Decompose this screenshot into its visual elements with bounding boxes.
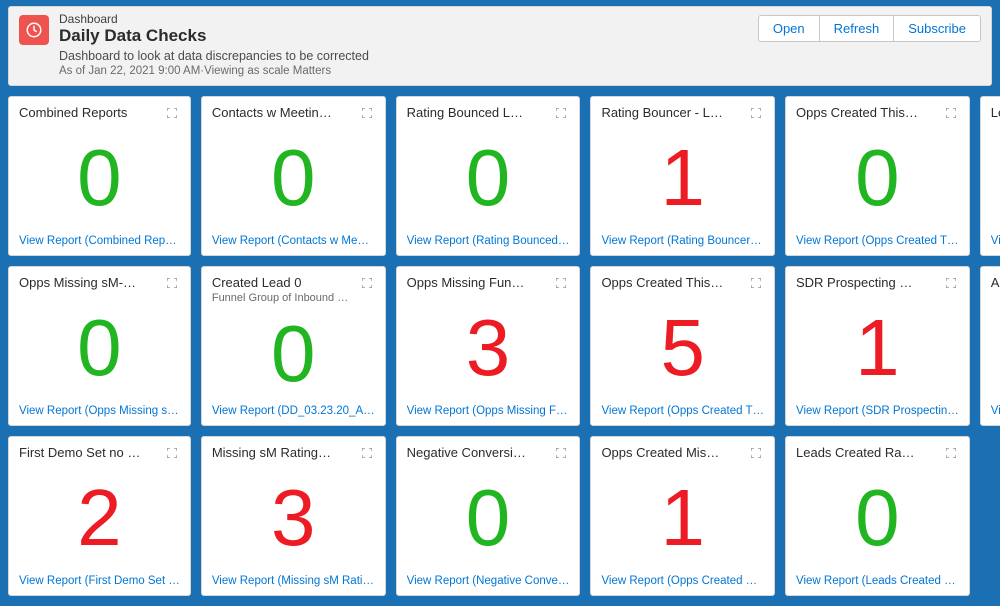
card-title: Negative Conversi… xyxy=(407,445,550,460)
view-report-link[interactable]: View Report (Negative Conve… xyxy=(407,575,570,587)
header-actions: Open Refresh Subscribe xyxy=(758,15,981,42)
card-title: Opps Created This… xyxy=(796,105,939,120)
view-report-link[interactable]: View Report (Opps Missing F… xyxy=(407,405,570,417)
view-report-link[interactable]: View Report (Rating Bouncer… xyxy=(601,235,764,247)
metric-card: First Demo Set no … 2 View Report (First D… xyxy=(8,436,191,596)
refresh-button[interactable]: Refresh xyxy=(820,15,895,42)
view-report-link[interactable]: View Report (Opps Created … xyxy=(601,575,764,587)
expand-icon[interactable] xyxy=(359,445,375,461)
card-metric-value: 1 xyxy=(660,138,705,218)
dashboard-app-icon xyxy=(19,15,49,45)
view-report-link[interactable]: View Report (Opps Missing s… xyxy=(19,405,180,417)
view-report-link[interactable]: View Report (Combined Rep… xyxy=(19,235,180,247)
metric-grid: Combined Reports 0 View Report (Combined R… xyxy=(8,96,992,596)
expand-icon[interactable] xyxy=(553,275,569,291)
expand-icon[interactable] xyxy=(748,275,764,291)
expand-icon[interactable] xyxy=(553,445,569,461)
card-title: Leads Created Ra… xyxy=(796,445,939,460)
card-title: Opps Missing sM-… xyxy=(19,275,160,290)
metric-card: Missing sM Rating… 3 View Report (Missing … xyxy=(201,436,386,596)
card-title: AE Prospecting wi… xyxy=(991,275,1000,290)
expand-icon[interactable] xyxy=(164,445,180,461)
card-metric-value: 1 xyxy=(660,478,705,558)
card-metric-value: 0 xyxy=(77,308,122,388)
expand-icon[interactable] xyxy=(359,105,375,121)
card-title: Opps Created This… xyxy=(601,275,744,290)
expand-icon[interactable] xyxy=(748,445,764,461)
metric-card: Opps Missing Fun… 3 View Report (Opps Miss… xyxy=(396,266,581,426)
card-metric-value: 0 xyxy=(466,138,511,218)
card-metric-value: 3 xyxy=(466,308,511,388)
view-report-link[interactable]: View Report (AE Prospecting… xyxy=(991,405,1000,417)
metric-card: Leads Created Ra… 0 View Report (Leads Cre… xyxy=(785,436,970,596)
card-title: Created Lead 0 xyxy=(212,275,355,290)
expand-icon[interactable] xyxy=(164,105,180,121)
expand-icon[interactable] xyxy=(943,275,959,291)
card-metric-value: 0 xyxy=(855,478,900,558)
expand-icon[interactable] xyxy=(943,445,959,461)
metric-card: Opps Created This… 5 View Report (Opps Cre… xyxy=(590,266,775,426)
metric-card: Lead 2 sM-Create…0View Report (Lead 2 sM… xyxy=(980,96,1000,256)
card-title: Rating Bounced L… xyxy=(407,105,550,120)
card-title: Contacts w Meetin… xyxy=(212,105,355,120)
card-metric-value: 0 xyxy=(855,138,900,218)
card-title: Opps Missing Fun… xyxy=(407,275,550,290)
view-report-link[interactable]: View Report (Missing sM Rati… xyxy=(212,575,375,587)
expand-icon[interactable] xyxy=(553,105,569,121)
card-title: First Demo Set no … xyxy=(19,445,160,460)
view-report-link[interactable]: View Report (Lead 2 sM-Cre… xyxy=(991,235,1000,247)
metric-card: Rating Bouncer - L… 1 View Report (Rating … xyxy=(590,96,775,256)
card-metric-value: 0 xyxy=(77,138,122,218)
view-report-link[interactable]: View Report (DD_03.23.20_A… xyxy=(212,405,375,417)
metric-card: Combined Reports 0 View Report (Combined R… xyxy=(8,96,191,256)
open-button[interactable]: Open xyxy=(758,15,820,42)
metric-card: Opps Missing sM-… 0 View Report (Opps Miss… xyxy=(8,266,191,426)
subscribe-button[interactable]: Subscribe xyxy=(894,15,981,42)
expand-icon[interactable] xyxy=(943,105,959,121)
expand-icon[interactable] xyxy=(359,275,375,291)
header-description: Dashboard to look at data discrepancies … xyxy=(59,49,981,63)
card-metric-value: 0 xyxy=(271,138,316,218)
expand-icon[interactable] xyxy=(748,105,764,121)
metric-card: Opps Created Mis… 1 View Report (Opps Crea… xyxy=(590,436,775,596)
view-report-link[interactable]: View Report (Leads Created … xyxy=(796,575,959,587)
card-title: Combined Reports xyxy=(19,105,160,120)
header-meta: As of Jan 22, 2021 9:00 AM·Viewing as sc… xyxy=(59,65,981,77)
dashboard-header: Dashboard Daily Data Checks Dashboard to… xyxy=(8,6,992,86)
card-title: Rating Bouncer - L… xyxy=(601,105,744,120)
card-title: Missing sM Rating… xyxy=(212,445,355,460)
metric-card: Opps Created This… 0 View Report (Opps Cre… xyxy=(785,96,970,256)
metric-card: Rating Bounced L… 0 View Report (Rating Bo… xyxy=(396,96,581,256)
card-title: SDR Prospecting … xyxy=(796,275,939,290)
card-title: Lead 2 sM-Create… xyxy=(991,105,1000,120)
metric-card: Negative Conversi… 0 View Report (Negative… xyxy=(396,436,581,596)
card-metric-value: 0 xyxy=(271,314,316,394)
card-metric-value: 0 xyxy=(466,478,511,558)
card-metric-value: 3 xyxy=(271,478,316,558)
view-report-link[interactable]: View Report (Rating Bounced… xyxy=(407,235,570,247)
view-report-link[interactable]: View Report (Opps Created T… xyxy=(796,235,959,247)
card-title: Opps Created Mis… xyxy=(601,445,744,460)
card-subtitle: Funnel Group of Inbound … xyxy=(212,292,355,304)
view-report-link[interactable]: View Report (First Demo Set … xyxy=(19,575,180,587)
metric-card: SDR Prospecting … 1 View Report (SDR Prosp… xyxy=(785,266,970,426)
view-report-link[interactable]: View Report (Opps Created T… xyxy=(601,405,764,417)
view-report-link[interactable]: View Report (Contacts w Me… xyxy=(212,235,375,247)
card-metric-value: 5 xyxy=(660,308,705,388)
view-report-link[interactable]: View Report (SDR Prospectin… xyxy=(796,405,959,417)
metric-card: AE Prospecting wi…0View Report (AE Prosp… xyxy=(980,266,1000,426)
card-metric-value: 2 xyxy=(77,478,122,558)
metric-card: Created Lead 0 Funnel Group of Inbound … 0… xyxy=(201,266,386,426)
metric-card: Contacts w Meetin… 0 View Report (Contacts… xyxy=(201,96,386,256)
expand-icon[interactable] xyxy=(164,275,180,291)
card-metric-value: 1 xyxy=(855,308,900,388)
